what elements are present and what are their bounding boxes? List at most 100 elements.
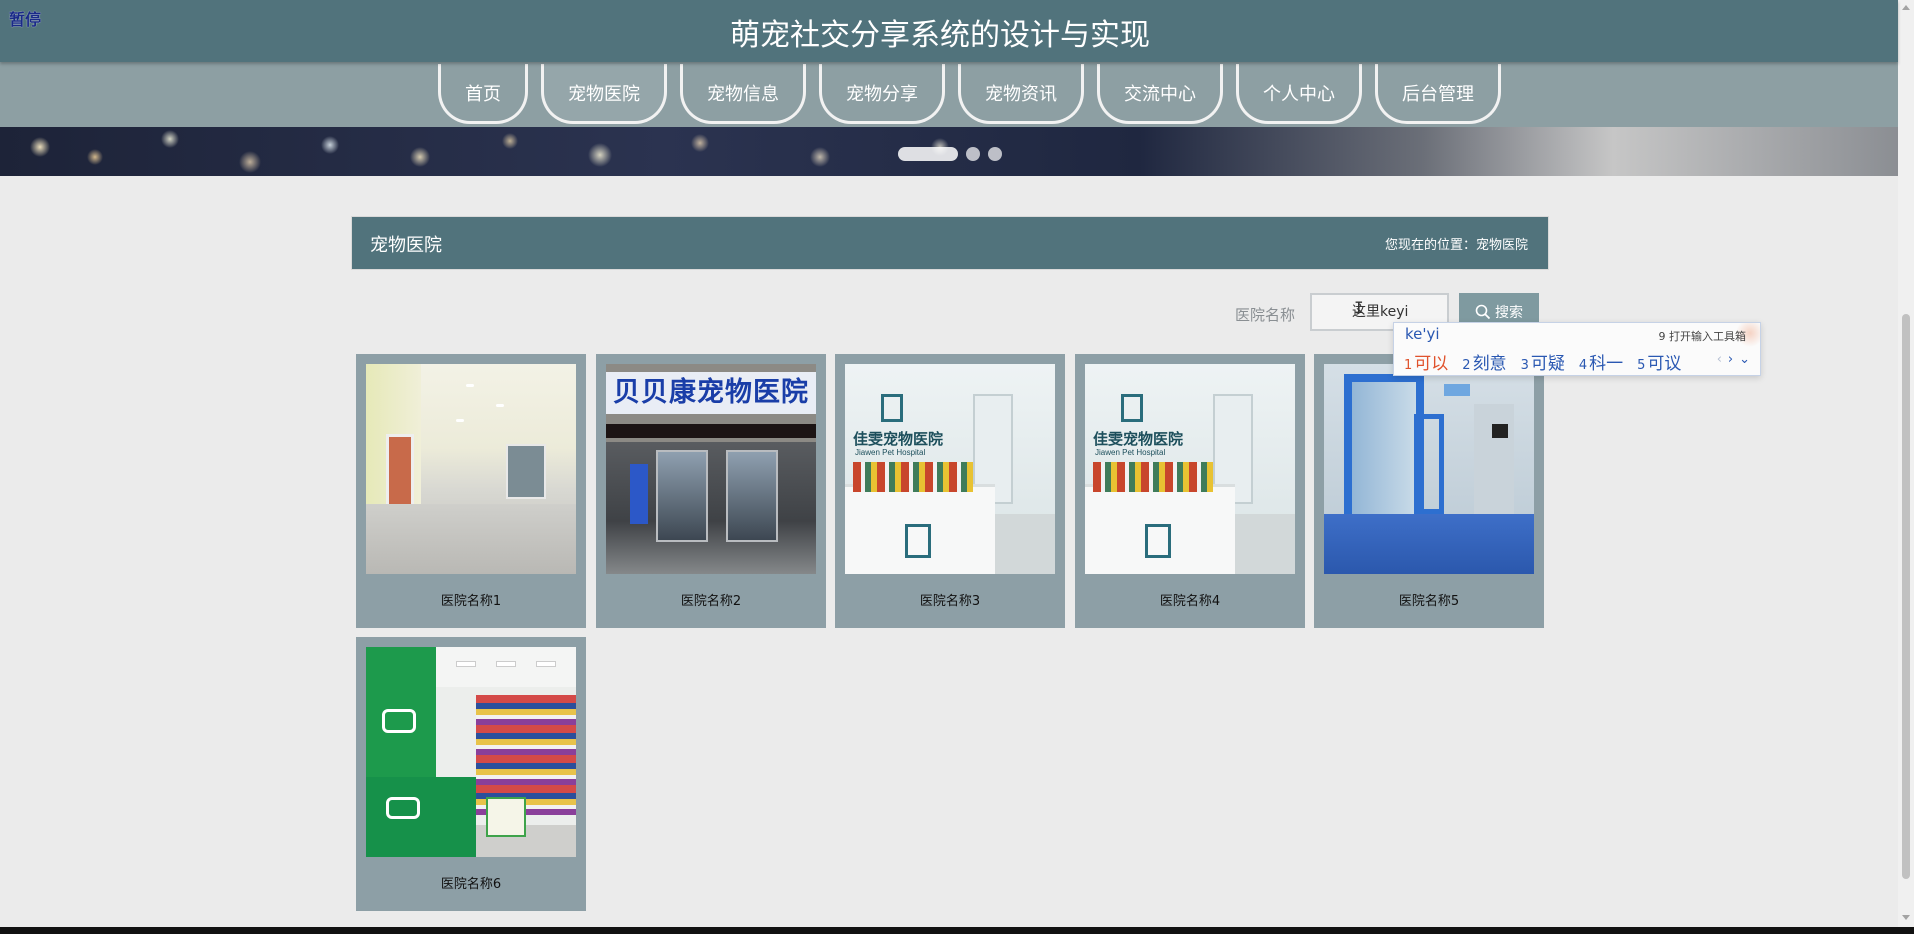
hospital-photo[interactable]: 佳雯宠物医院 Jiawen Pet Hospital bbox=[1085, 364, 1295, 574]
nav-item-pet-news[interactable]: 宠物资讯 bbox=[958, 64, 1084, 124]
hospital-name[interactable]: 医院名称3 bbox=[835, 590, 1065, 609]
hospital-name[interactable]: 医院名称4 bbox=[1075, 590, 1305, 609]
main-nav: 首页 宠物医院 宠物信息 宠物分享 宠物资讯 交流中心 个人中心 后台管理 bbox=[0, 62, 1898, 127]
carousel-dot-3[interactable] bbox=[988, 147, 1002, 161]
hospital-card-2[interactable]: 贝贝康宠物医院 医院名称2 bbox=[596, 354, 826, 628]
hospital-name[interactable]: 医院名称6 bbox=[356, 873, 586, 892]
hospital-card-5[interactable]: 医院名称5 bbox=[1314, 354, 1544, 628]
photo-hall bbox=[506, 444, 546, 499]
photo-lamp bbox=[536, 661, 556, 667]
hospital-card-3[interactable]: 佳雯宠物医院 Jiawen Pet Hospital 医院名称3 bbox=[835, 354, 1065, 628]
photo-vertical-sign bbox=[630, 464, 648, 524]
ime-page-nav: ‹ › ⌄ bbox=[1717, 352, 1750, 367]
hospital-logo-icon bbox=[1121, 394, 1143, 422]
led-ticker bbox=[606, 424, 816, 438]
nav-item-forum[interactable]: 交流中心 bbox=[1097, 64, 1223, 124]
text-cursor-icon: I bbox=[1354, 298, 1364, 317]
photo-light bbox=[466, 384, 474, 387]
ime-candidate-text: 可以 bbox=[1414, 354, 1449, 374]
site-header: 暂停 萌宠社交分享系统的设计与实现 bbox=[0, 0, 1898, 62]
ime-candidate-text: 可疑 bbox=[1530, 354, 1565, 374]
search-button-label: 搜索 bbox=[1495, 305, 1523, 321]
ime-toolbox-link[interactable]: 9 打开输入工具箱 bbox=[1659, 328, 1747, 344]
ime-candidate[interactable]: 2 刻意 bbox=[1462, 349, 1506, 374]
section-title: 宠物医院 bbox=[370, 235, 442, 256]
photo-window-frame bbox=[1414, 414, 1444, 514]
search-label: 医院名称 bbox=[1235, 306, 1296, 324]
nav-item-home[interactable]: 首页 bbox=[438, 64, 528, 124]
banner-carousel bbox=[0, 127, 1898, 176]
section-header: 宠物医院 您现在的位置：宠物医院 bbox=[351, 216, 1549, 270]
hospital-photo[interactable] bbox=[1324, 364, 1534, 574]
photo-corridor bbox=[1474, 404, 1514, 514]
chevron-down-icon[interactable]: ⌄ bbox=[1739, 352, 1750, 367]
photo-glass-door bbox=[726, 450, 778, 542]
hospital-photo[interactable]: 佳雯宠物医院 Jiawen Pet Hospital bbox=[845, 364, 1055, 574]
ime-candidate-window: ke'yi 9 打开输入工具箱 1 可以 2 刻意 3 可疑 4 科一 5 可议 ‹ › … bbox=[1393, 322, 1761, 376]
nav-list: 首页 宠物医院 宠物信息 宠物分享 宠物资讯 交流中心 个人中心 后台管理 bbox=[438, 64, 1501, 124]
hospital-photo[interactable] bbox=[366, 364, 576, 574]
ime-candidate[interactable]: 3 可疑 bbox=[1521, 349, 1565, 374]
ime-candidate-text: 科一 bbox=[1589, 354, 1624, 374]
bottom-edge bbox=[0, 927, 1914, 934]
photo-shelf bbox=[1093, 462, 1213, 492]
hospital-card-1[interactable]: 医院名称1 bbox=[356, 354, 586, 628]
photo-bags bbox=[486, 797, 526, 837]
ime-next-icon[interactable]: › bbox=[1728, 352, 1733, 367]
hospital-photo[interactable]: 贝贝康宠物医院 bbox=[606, 364, 816, 574]
hospital-card-4[interactable]: 佳雯宠物医院 Jiawen Pet Hospital 医院名称4 bbox=[1075, 354, 1305, 628]
carousel-dot-1[interactable] bbox=[898, 147, 958, 161]
ime-pinyin: ke'yi bbox=[1405, 325, 1440, 343]
photo-floor bbox=[1235, 514, 1295, 574]
storefront-sign: 贝贝康宠物医院 bbox=[606, 372, 816, 414]
hospital-card-6[interactable]: 医院名称6 bbox=[356, 637, 586, 911]
carousel-dot-2[interactable] bbox=[966, 147, 980, 161]
photo-light bbox=[496, 404, 504, 407]
photo-sign bbox=[1444, 384, 1470, 396]
nav-item-user-center[interactable]: 个人中心 bbox=[1236, 64, 1362, 124]
shop-logo-icon bbox=[382, 709, 416, 733]
photo-floor bbox=[366, 504, 576, 574]
page-scrollbar[interactable] bbox=[1898, 0, 1914, 927]
search-icon bbox=[1475, 304, 1491, 320]
breadcrumb: 您现在的位置：宠物医院 bbox=[1384, 238, 1528, 253]
photo-counter bbox=[366, 777, 476, 857]
nav-item-pet-info[interactable]: 宠物信息 bbox=[680, 64, 806, 124]
nav-item-admin[interactable]: 后台管理 bbox=[1375, 64, 1501, 124]
counter-logo-icon bbox=[1145, 524, 1171, 558]
ime-candidate[interactable]: 1 可以 bbox=[1404, 349, 1448, 374]
hospital-name[interactable]: 医院名称5 bbox=[1314, 590, 1544, 609]
photo-tv bbox=[1492, 424, 1508, 438]
hospital-logo-subtext: Jiawen Pet Hospital bbox=[855, 448, 926, 457]
nav-item-pet-share[interactable]: 宠物分享 bbox=[819, 64, 945, 124]
ime-candidate-text: 刻意 bbox=[1472, 354, 1507, 374]
hospital-name[interactable]: 医院名称2 bbox=[596, 590, 826, 609]
scrollbar-thumb[interactable] bbox=[1902, 314, 1910, 879]
ime-prev-icon[interactable]: ‹ bbox=[1717, 352, 1722, 367]
ime-candidate[interactable]: 5 可议 bbox=[1637, 349, 1681, 374]
ime-candidates: 1 可以 2 刻意 3 可疑 4 科一 5 可议 bbox=[1404, 349, 1681, 374]
ime-candidate-number: 3 bbox=[1520, 358, 1529, 373]
hospital-name[interactable]: 医院名称1 bbox=[356, 590, 586, 609]
photo-lamp bbox=[456, 661, 476, 667]
counter-logo-icon bbox=[905, 524, 931, 558]
counter-logo-icon bbox=[386, 797, 420, 819]
hospital-logo-icon bbox=[881, 394, 903, 422]
ime-candidate-text: 可议 bbox=[1647, 354, 1682, 374]
carousel-indicators bbox=[898, 147, 1002, 161]
nav-item-pet-hospital[interactable]: 宠物医院 bbox=[541, 64, 667, 124]
ime-candidate[interactable]: 4 科一 bbox=[1579, 349, 1623, 374]
hospital-photo[interactable] bbox=[366, 647, 576, 857]
scroll-down-icon[interactable] bbox=[1902, 915, 1910, 920]
photo-shelf bbox=[853, 462, 973, 492]
ime-candidate-number: 2 bbox=[1462, 358, 1471, 373]
photo-floor bbox=[1324, 514, 1534, 574]
scroll-up-icon[interactable] bbox=[1902, 5, 1910, 10]
site-title: 萌宠社交分享系统的设计与实现 bbox=[730, 18, 1150, 53]
photo-glass-door bbox=[656, 450, 708, 542]
photo-light bbox=[456, 419, 464, 422]
ime-candidate-number: 5 bbox=[1637, 358, 1646, 373]
hospital-logo-text: 佳雯宠物医院 bbox=[853, 430, 944, 448]
photo-lamp bbox=[496, 661, 516, 667]
ime-candidate-number: 4 bbox=[1578, 358, 1588, 373]
